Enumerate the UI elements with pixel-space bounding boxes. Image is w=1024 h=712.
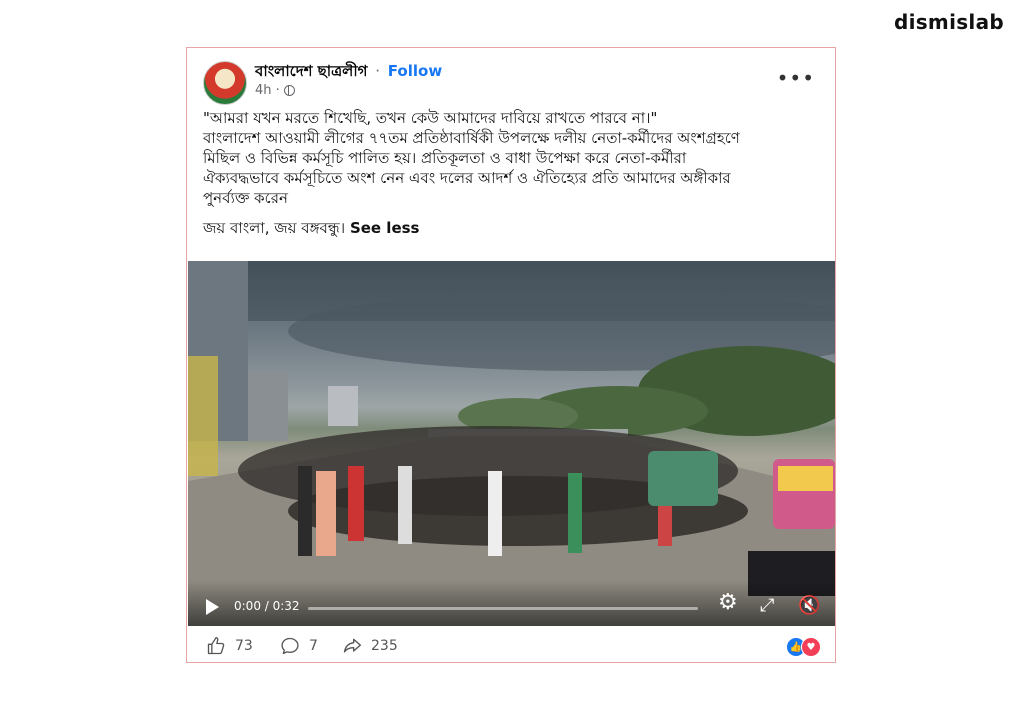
like-button[interactable]: 73	[205, 636, 253, 656]
see-less-link[interactable]: See less	[350, 219, 420, 237]
name-separator: ·	[375, 62, 381, 80]
more-options-icon[interactable]: •••	[777, 68, 815, 88]
share-button[interactable]: 235	[341, 636, 398, 656]
post-header: বাংলাদেশ ছাত্রলীগ · Follow 4h · •••	[203, 58, 825, 106]
comment-icon	[281, 637, 299, 655]
post-closing-line: জয় বাংলা, জয় বঙ্গবন্ধু। See less	[203, 218, 823, 238]
video-frame	[188, 261, 835, 626]
post-text-line: ঐক্যবদ্ধভাবে কর্মসূচিতে অংশ নেন এবং দলের…	[203, 169, 731, 187]
post-text-line: পুনর্ব্যক্ত করেন	[203, 189, 288, 207]
post-meta: 4h ·	[255, 83, 295, 98]
facebook-post-card: বাংলাদেশ ছাত্রলীগ · Follow 4h · ••• "আমর…	[186, 47, 836, 663]
gear-icon[interactable]: ⚙	[718, 592, 738, 614]
globe-icon	[283, 85, 295, 96]
love-reaction-icon: ♥	[801, 637, 821, 657]
comment-count: 7	[309, 638, 318, 654]
post-footer: 73 7 235 👍 ♥	[187, 628, 835, 662]
comment-button[interactable]: 7	[279, 636, 318, 656]
dismislab-logo: dismislab	[893, 10, 1004, 34]
post-timestamp[interactable]: 4h ·	[255, 83, 280, 98]
like-count: 73	[235, 638, 253, 654]
post-text-line: "আমরা যখন মরতে শিখেছি, তখন কেউ আমাদের দা…	[203, 109, 658, 127]
play-icon[interactable]	[206, 599, 219, 615]
share-icon	[343, 638, 361, 653]
page-name-link[interactable]: বাংলাদেশ ছাত্রলীগ	[255, 62, 367, 80]
video-time: 0:00 / 0:32	[234, 599, 300, 613]
like-icon	[207, 637, 225, 655]
post-text: "আমরা যখন মরতে শিখেছি, তখন কেউ আমাদের দা…	[203, 108, 823, 238]
post-text-line: বাংলাদেশ আওয়ামী লীগের ৭৭তম প্রতিষ্ঠাবার…	[203, 129, 740, 147]
page-avatar[interactable]	[203, 61, 247, 105]
name-row: বাংলাদেশ ছাত্রলীগ · Follow	[255, 60, 442, 85]
fullscreen-icon[interactable]: ⤢	[760, 596, 774, 616]
reaction-summary[interactable]: 👍 ♥	[786, 637, 821, 657]
post-text-line: মিছিল ও বিভিন্ন কর্মসূচি পালিত হয়। প্রত…	[203, 149, 687, 167]
share-count: 235	[371, 638, 398, 654]
video-progress-bar[interactable]	[308, 607, 698, 610]
follow-button[interactable]: Follow	[388, 62, 442, 80]
closing-text: জয় বাংলা, জয় বঙ্গবন্ধু।	[203, 219, 346, 237]
video-controls: 0:00 / 0:32 ⚙ ⤢ 🔇	[188, 580, 835, 626]
mute-icon[interactable]: 🔇	[798, 596, 820, 616]
video-player[interactable]: 0:00 / 0:32 ⚙ ⤢ 🔇	[188, 261, 835, 626]
